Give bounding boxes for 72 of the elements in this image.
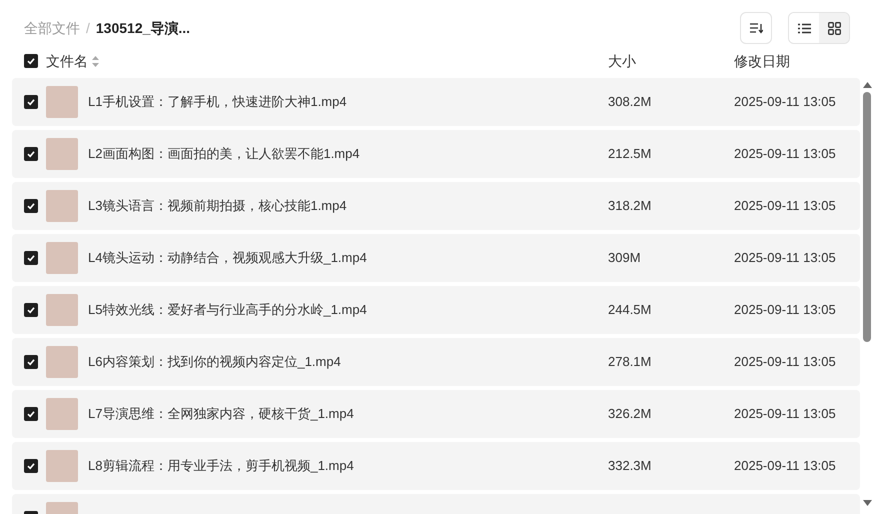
modified-date: 2025-09-11 13:05 bbox=[734, 457, 836, 476]
video-thumbnail bbox=[46, 450, 78, 482]
scroll-down-arrow-icon bbox=[862, 500, 872, 506]
file-size: 212.5M bbox=[608, 145, 652, 164]
video-thumbnail bbox=[46, 86, 78, 118]
checkbox[interactable] bbox=[24, 303, 38, 317]
modified-date: 2025-09-11 13:05 bbox=[734, 405, 836, 424]
checkmark-icon bbox=[26, 305, 36, 315]
separator: / bbox=[86, 18, 90, 38]
file-size: 308.2M bbox=[608, 93, 652, 112]
file-row[interactable]: L4镜头运动：动静结合，视频观感大升级_1.mp4 309M 2025-09-11 13:05 bbox=[12, 234, 860, 282]
file-size: 309M bbox=[608, 249, 642, 268]
checkmark-icon bbox=[26, 149, 36, 159]
modified-date: 2025-09-11 13:05 bbox=[734, 249, 836, 268]
checkbox[interactable] bbox=[24, 459, 38, 473]
file-name[interactable]: L6内容策划：找到你的视频内容定位_1.mp4 bbox=[88, 352, 608, 372]
checkmark-icon bbox=[26, 56, 36, 66]
checkmark-icon bbox=[26, 97, 36, 107]
grid-icon bbox=[828, 22, 840, 34]
checkmark-icon bbox=[26, 201, 36, 211]
checkbox[interactable] bbox=[24, 199, 38, 213]
file-name[interactable]: L7导演思维：全网独家内容，硬核干货_1.mp4 bbox=[88, 404, 608, 424]
file-name[interactable]: L4镜头运动：动静结合，视频观感大升级_1.mp4 bbox=[88, 248, 608, 268]
sort-button[interactable] bbox=[740, 12, 772, 44]
checkmark-icon bbox=[26, 461, 36, 471]
video-thumbnail bbox=[46, 294, 78, 326]
modified-date: 2025-09-11 13:05 bbox=[734, 353, 836, 372]
list-icon bbox=[798, 22, 810, 34]
breadcrumb-item[interactable]: 130512_导演... bbox=[96, 18, 190, 38]
checkbox[interactable] bbox=[24, 54, 38, 68]
checkbox[interactable] bbox=[24, 355, 38, 369]
file-row[interactable]: L5特效光线：爱好者与行业高手的分水岭_1.mp4 244.5M 2025-09-11 13:05 bbox=[12, 286, 860, 334]
file-name[interactable]: L3镜头语言：视频前期拍摄，核心技能1.mp4 bbox=[88, 196, 608, 216]
scroll-up-arrow-icon bbox=[862, 82, 872, 88]
file-row[interactable]: L7导演思维：全网独家内容，硬核干货_1.mp4 326.2M 2025-09-11 13:05 bbox=[12, 390, 860, 438]
video-thumbnail bbox=[46, 242, 78, 274]
file-row[interactable]: L3镜头语言：视频前期拍摄，核心技能1.mp4 318.2M 2025-09-11 13:05 bbox=[12, 182, 860, 230]
scrollbar-thumb[interactable] bbox=[863, 92, 871, 342]
grid-view-button[interactable] bbox=[819, 13, 849, 43]
modified-date: 2025-09-11 13:05 bbox=[734, 197, 836, 216]
video-thumbnail bbox=[46, 138, 78, 170]
checkbox[interactable] bbox=[24, 251, 38, 265]
checkmark-icon bbox=[26, 409, 36, 419]
column-header: 大小 bbox=[608, 52, 637, 70]
column-header: 修改日期 bbox=[734, 52, 790, 70]
file-name[interactable]: L8剪辑流程：用专业手法，剪手机视频_1.mp4 bbox=[88, 456, 608, 476]
file-size: 332.3M bbox=[608, 457, 652, 476]
modified-date: 2025-09-11 13:05 bbox=[734, 93, 836, 112]
file-row[interactable]: L1手机设置：了解手机，快速进阶大神1.mp4 308.2M 2025-09-11 13:05 bbox=[12, 78, 860, 126]
file-size: 318.2M bbox=[608, 197, 652, 216]
file-size: 278.1M bbox=[608, 353, 652, 372]
checkmark-icon bbox=[26, 253, 36, 263]
checkmark-icon bbox=[26, 357, 36, 367]
video-thumbnail bbox=[46, 346, 78, 378]
sort-icon bbox=[749, 22, 763, 34]
file-row[interactable]: L2画面构图：画面拍的美，让人欲罢不能1.mp4 212.5M 2025-09-11 13:05 bbox=[12, 130, 860, 178]
file-size: 244.5M bbox=[608, 301, 652, 320]
checkbox[interactable] bbox=[24, 147, 38, 161]
sort-arrows-icon bbox=[92, 56, 99, 66]
column-header[interactable]: 文件名 bbox=[46, 50, 88, 72]
file-size: 326.2M bbox=[608, 405, 652, 424]
file-name[interactable]: L5特效光线：爱好者与行业高手的分水岭_1.mp4 bbox=[88, 300, 608, 320]
file-name[interactable]: L2画面构图：画面拍的美，让人欲罢不能1.mp4 bbox=[88, 144, 608, 164]
modified-date: 2025-09-11 13:05 bbox=[734, 145, 836, 164]
checkbox[interactable] bbox=[24, 407, 38, 421]
video-thumbnail bbox=[46, 398, 78, 430]
file-name[interactable]: L1手机设置：了解手机，快速进阶大神1.mp4 bbox=[88, 92, 608, 112]
file-row[interactable]: L8剪辑流程：用专业手法，剪手机视频_1.mp4 332.3M 2025-09-11 13:05 bbox=[12, 442, 860, 490]
video-thumbnail bbox=[46, 190, 78, 222]
modified-date: 2025-09-11 13:05 bbox=[734, 301, 836, 320]
checkbox[interactable] bbox=[24, 95, 38, 109]
file-row[interactable]: L6内容策划：找到你的视频内容定位_1.mp4 278.1M 2025-09-11 13:05 bbox=[12, 338, 860, 386]
